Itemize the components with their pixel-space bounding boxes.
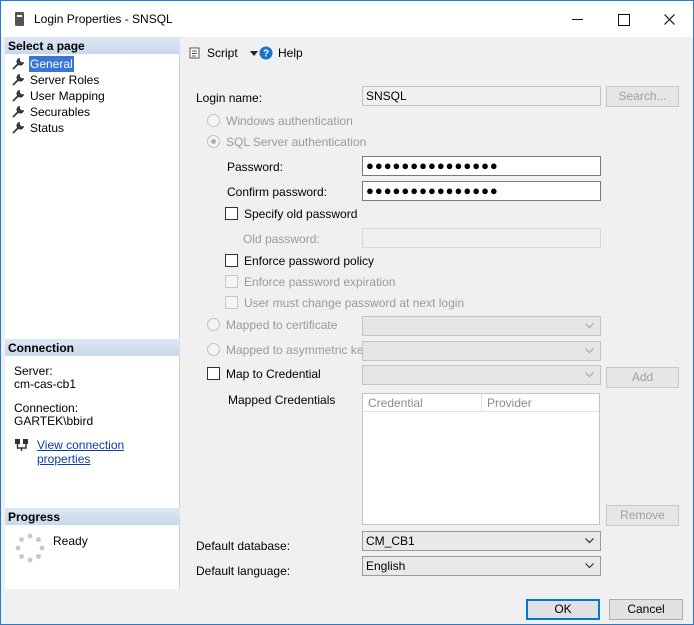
old-password-label: Old password: [243, 232, 320, 246]
wrench-icon [12, 74, 24, 86]
mapped-credentials-label: Mapped Credentials [228, 393, 336, 407]
enforce-policy-label: Enforce password policy [244, 254, 375, 268]
default-language-select[interactable]: English [362, 556, 601, 576]
password-field[interactable]: ●●●●●●●●●●●●●●● [362, 156, 601, 176]
close-button[interactable] [646, 1, 692, 37]
certificate-select[interactable] [362, 316, 601, 336]
wrench-icon [12, 122, 24, 134]
map-credential-checkbox[interactable] [207, 367, 220, 380]
login-name-value: SNSQL [366, 89, 407, 103]
provider-column-header[interactable]: Provider [487, 396, 532, 410]
sidebar-item-label: User Mapping [30, 89, 105, 103]
window-title: Login Properties - SNSQL [34, 12, 173, 26]
asymmetric-key-select[interactable] [362, 341, 601, 361]
sql-auth-label: SQL Server authentication [226, 135, 367, 149]
sql-auth-radio[interactable] [207, 135, 220, 148]
progress-status: Ready [53, 534, 88, 548]
sidebar-item-server-roles[interactable]: Server Roles [11, 72, 106, 88]
sidebar-item-label: Securables [30, 105, 91, 119]
script-icon [189, 47, 200, 59]
grid-header: Credential Provider [363, 394, 599, 412]
password-value: ●●●●●●●●●●●●●●● [366, 158, 499, 173]
help-icon: ? [259, 46, 273, 60]
enforce-expiration-checkbox[interactable] [225, 275, 238, 288]
remove-credential-button[interactable]: Remove [606, 505, 679, 526]
chevron-down-icon [585, 563, 594, 569]
chevron-down-icon [585, 348, 594, 354]
spinner-icon [15, 533, 45, 563]
svg-text:?: ? [263, 49, 269, 60]
confirm-password-label: Confirm password: [227, 185, 328, 199]
add-credential-button[interactable]: Add [606, 367, 679, 388]
select-page-header: Select a page [5, 37, 180, 54]
mapped-credentials-grid[interactable]: Credential Provider [362, 393, 600, 525]
default-language-value: English [366, 559, 406, 573]
credential-column-header[interactable]: Credential [368, 396, 423, 410]
default-database-value: CM_CB1 [366, 534, 415, 548]
sidebar-item-status[interactable]: Status [11, 120, 106, 136]
sidebar-item-label: General [29, 56, 74, 72]
login-properties-dialog: Login Properties - SNSQL Select a page G… [0, 0, 694, 625]
cancel-button[interactable]: Cancel [609, 599, 683, 620]
mapped-certificate-radio[interactable] [207, 318, 220, 331]
script-label: Script [207, 46, 238, 60]
chevron-down-icon [585, 372, 594, 378]
login-name-label: Login name: [196, 91, 263, 105]
old-password-field[interactable] [362, 228, 601, 248]
sidebar-item-label: Status [30, 121, 65, 135]
chevron-down-icon [585, 323, 594, 329]
must-change-label: User must change password at next login [244, 296, 465, 310]
column-divider[interactable] [481, 394, 482, 412]
minimize-button[interactable] [554, 1, 600, 37]
map-credential-label: Map to Credential [226, 367, 321, 381]
connection-icon [15, 439, 28, 451]
help-label: Help [278, 46, 303, 60]
sidebar-item-general[interactable]: General [11, 56, 106, 72]
page-list: General Server Roles User Mapping Secura… [11, 56, 106, 136]
view-connection-properties-link[interactable]: View connection properties [37, 438, 179, 466]
connection-value: GARTEK\bbird [14, 414, 94, 428]
sidebar-item-user-mapping[interactable]: User Mapping [11, 88, 106, 104]
wrench-icon [12, 90, 24, 102]
login-name-field[interactable]: SNSQL [362, 86, 601, 106]
sidebar-item-label: Server Roles [30, 73, 100, 87]
maximize-button[interactable] [600, 1, 646, 37]
confirm-password-value: ●●●●●●●●●●●●●●● [366, 183, 499, 198]
must-change-checkbox[interactable] [225, 296, 238, 309]
progress-header: Progress [5, 508, 180, 525]
search-button[interactable]: Search... [606, 86, 679, 107]
connection-header: Connection [5, 339, 180, 356]
mapped-asymmetric-key-radio[interactable] [207, 343, 220, 356]
mapped-asymmetric-key-label: Mapped to asymmetric key [226, 343, 370, 357]
title-bar[interactable]: Login Properties - SNSQL [1, 1, 693, 37]
database-icon [15, 12, 24, 26]
default-database-label: Default database: [196, 539, 291, 553]
mapped-certificate-label: Mapped to certificate [226, 318, 338, 332]
default-database-select[interactable]: CM_CB1 [362, 531, 601, 551]
specify-old-password-label: Specify old password [244, 207, 358, 221]
server-value: cm-cas-cb1 [14, 377, 77, 391]
ok-button[interactable]: OK [526, 599, 600, 620]
close-icon [664, 14, 675, 25]
sidebar: Select a page General Server Roles User … [5, 37, 180, 589]
confirm-password-field[interactable]: ●●●●●●●●●●●●●●● [362, 181, 601, 201]
windows-auth-radio[interactable] [207, 114, 220, 127]
wrench-icon [12, 106, 24, 118]
default-language-label: Default language: [196, 564, 291, 578]
dropdown-arrow-icon[interactable] [250, 51, 258, 56]
wrench-icon [12, 58, 24, 70]
enforce-expiration-label: Enforce password expiration [244, 275, 396, 289]
specify-old-password-checkbox[interactable] [225, 207, 238, 220]
toolbar: Script ? Help [181, 37, 693, 67]
general-page: Login name: SNSQL Search... Windows auth… [181, 67, 693, 589]
password-label: Password: [227, 160, 284, 174]
credential-select[interactable] [362, 365, 601, 385]
windows-auth-label: Windows authentication [226, 114, 353, 128]
enforce-policy-checkbox[interactable] [225, 254, 238, 267]
sidebar-item-securables[interactable]: Securables [11, 104, 106, 120]
chevron-down-icon [585, 538, 594, 544]
